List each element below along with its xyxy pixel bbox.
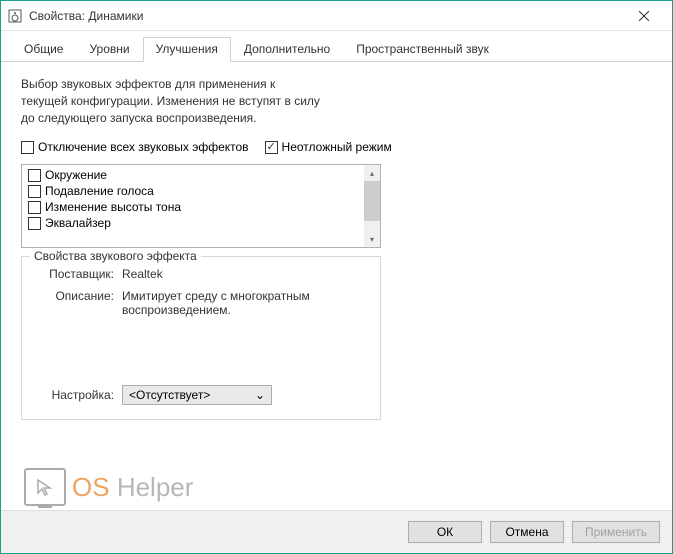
scroll-thumb[interactable] xyxy=(364,181,380,221)
effect-properties-group: Свойства звукового эффекта Поставщик: Re… xyxy=(21,256,381,420)
checkbox-icon xyxy=(21,141,34,154)
description-label: Описание: xyxy=(36,289,122,317)
titlebar: Свойства: Динамики xyxy=(1,1,672,31)
description-text: Выбор звуковых эффектов для применения к… xyxy=(21,76,321,126)
scrollbar[interactable]: ▴ ▾ xyxy=(364,165,380,247)
checkbox-icon xyxy=(28,169,41,182)
effects-listbox[interactable]: Окружение Подавление голоса Изменение вы… xyxy=(21,164,381,248)
chevron-down-icon: ⌄ xyxy=(255,388,265,402)
ok-button[interactable]: ОК xyxy=(408,521,482,543)
cancel-button[interactable]: Отмена xyxy=(490,521,564,543)
checkbox-icon xyxy=(28,217,41,230)
scroll-down-icon[interactable]: ▾ xyxy=(364,231,380,247)
list-item[interactable]: Подавление голоса xyxy=(24,183,362,199)
vendor-value: Realtek xyxy=(122,267,366,281)
tab-content: Выбор звуковых эффектов для применения к… xyxy=(1,62,672,510)
watermark-logo: OS Helper xyxy=(24,468,193,506)
disable-all-label: Отключение всех звуковых эффектов xyxy=(38,140,249,154)
checkbox-icon xyxy=(265,141,278,154)
effect-label: Эквалайзер xyxy=(45,216,111,230)
setting-value: <Отсутствует> xyxy=(129,388,210,402)
setting-dropdown[interactable]: <Отсутствует> ⌄ xyxy=(122,385,272,405)
list-item[interactable]: Эквалайзер xyxy=(24,215,362,231)
immediate-mode-label: Неотложный режим xyxy=(282,140,392,154)
window-title: Свойства: Динамики xyxy=(29,9,622,23)
checkbox-icon xyxy=(28,201,41,214)
scroll-track[interactable] xyxy=(364,181,380,231)
group-legend: Свойства звукового эффекта xyxy=(30,249,201,263)
list-item[interactable]: Изменение высоты тона xyxy=(24,199,362,215)
setting-label: Настройка: xyxy=(36,388,122,402)
tab-spatial[interactable]: Пространственный звук xyxy=(343,37,502,61)
checkbox-icon xyxy=(28,185,41,198)
watermark-text: OS Helper xyxy=(72,472,193,503)
disable-all-checkbox[interactable]: Отключение всех звуковых эффектов xyxy=(21,140,249,154)
close-button[interactable] xyxy=(622,2,666,30)
cursor-monitor-icon xyxy=(24,468,66,506)
apply-button[interactable]: Применить xyxy=(572,521,660,543)
effect-label: Окружение xyxy=(45,168,107,182)
button-bar: ОК Отмена Применить xyxy=(1,510,672,553)
tab-enhancements[interactable]: Улучшения xyxy=(143,37,231,62)
tab-bar: Общие Уровни Улучшения Дополнительно Про… xyxy=(1,31,672,62)
effect-label: Подавление голоса xyxy=(45,184,154,198)
immediate-mode-checkbox[interactable]: Неотложный режим xyxy=(265,140,392,154)
list-item[interactable]: Окружение xyxy=(24,167,362,183)
tab-general[interactable]: Общие xyxy=(11,37,76,61)
speaker-icon xyxy=(7,8,23,24)
effect-label: Изменение высоты тона xyxy=(45,200,181,214)
vendor-label: Поставщик: xyxy=(36,267,122,281)
description-value: Имитирует среду с многократным воспроизв… xyxy=(122,289,366,317)
tab-levels[interactable]: Уровни xyxy=(76,37,142,61)
scroll-up-icon[interactable]: ▴ xyxy=(364,165,380,181)
tab-advanced[interactable]: Дополнительно xyxy=(231,37,343,61)
